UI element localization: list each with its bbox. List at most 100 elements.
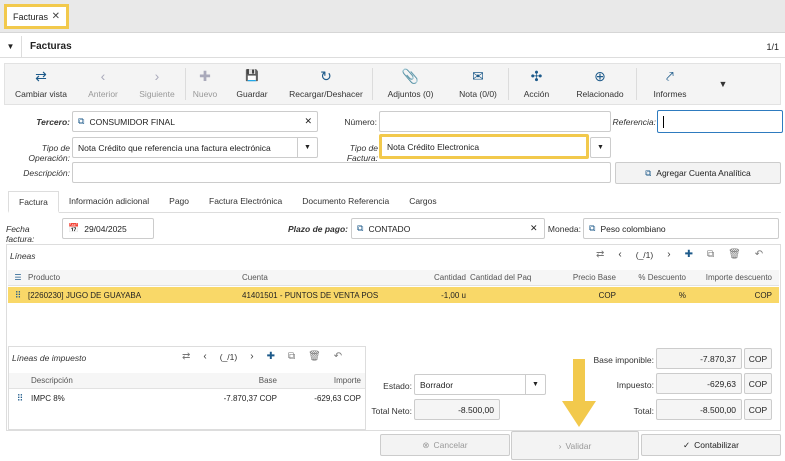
tipo-factura-dropdown[interactable]: ▼ bbox=[590, 137, 611, 158]
descripcion-label: Descripción: bbox=[23, 168, 70, 178]
plazo-field[interactable]: ⧉ CONTADO ✕ bbox=[351, 218, 545, 239]
clear-icon[interactable]: ✕ bbox=[304, 116, 312, 127]
collapse-icon[interactable]: ▼ bbox=[0, 36, 22, 57]
siguiente-label: Siguiente bbox=[139, 89, 175, 99]
edit-icon[interactable]: ⧉ bbox=[288, 351, 295, 362]
columns-menu-icon[interactable]: ☰ bbox=[8, 273, 28, 282]
adjuntos-label: Adjuntos (0) bbox=[387, 89, 434, 99]
col-precio-base[interactable]: Precio Base bbox=[544, 273, 620, 282]
col-cuenta[interactable]: Cuenta bbox=[242, 273, 414, 282]
tercero-label: Tercero: bbox=[36, 117, 70, 127]
tab-factura-electronica[interactable]: Factura Electrónica bbox=[199, 190, 292, 212]
table-row[interactable]: ⠿ IMPC 8% -7.870,37 COP -629,63 COP bbox=[9, 390, 365, 406]
tab-documento-referencia[interactable]: Documento Referencia bbox=[292, 190, 399, 212]
fecha-field[interactable]: 📅 29/04/2025 bbox=[62, 218, 154, 239]
anterior-button[interactable]: ‹ Anterior bbox=[77, 64, 129, 104]
col-cantidad-paq[interactable]: Cantidad del Paq bbox=[470, 273, 544, 282]
guardar-button[interactable]: 💾 Guardar bbox=[224, 64, 280, 104]
trash-icon[interactable]: 🗑 bbox=[308, 351, 321, 362]
nuevo-button[interactable]: ✚ Nuevo bbox=[186, 64, 224, 104]
chevron-down-icon[interactable]: ▼ bbox=[297, 138, 317, 157]
chevron-down-icon[interactable]: ▼ bbox=[525, 375, 545, 394]
edit-icon[interactable]: ⧉ bbox=[78, 116, 84, 127]
edit-icon[interactable]: ⧉ bbox=[357, 223, 363, 234]
chevron-left-icon[interactable]: ‹ bbox=[203, 351, 206, 362]
accion-button[interactable]: ✣ Acción bbox=[509, 64, 564, 104]
impuestos-title: Líneas de impuesto bbox=[12, 353, 87, 363]
chevron-left-icon[interactable]: ‹ bbox=[618, 249, 621, 260]
siguiente-button[interactable]: › Siguiente bbox=[129, 64, 185, 104]
switch-view-icon: ⇄ bbox=[35, 68, 47, 84]
validar-button[interactable]: › Validar bbox=[511, 431, 639, 460]
cancelar-label: Cancelar bbox=[433, 440, 468, 450]
drag-handle-icon[interactable]: ⠿ bbox=[9, 393, 31, 404]
recargar-button[interactable]: ↻ Recargar/Deshacer bbox=[280, 64, 372, 104]
nuevo-label: Nuevo bbox=[192, 89, 218, 99]
relacionado-button[interactable]: ⊕ Relacionado bbox=[564, 64, 636, 104]
tab-informacion-adicional[interactable]: Información adicional bbox=[59, 190, 159, 212]
tipo-operacion-label: Tipo de Operación: bbox=[28, 143, 70, 163]
tab-pago[interactable]: Pago bbox=[159, 190, 199, 212]
tercero-value: CONSUMIDOR FINAL bbox=[89, 116, 175, 127]
estado-select[interactable]: Borrador ▼ bbox=[414, 374, 546, 395]
tab-facturas[interactable]: Facturas ✕ bbox=[4, 4, 69, 29]
tercero-field[interactable]: ⧉ CONSUMIDOR FINAL ✕ bbox=[72, 111, 318, 132]
drag-handle-icon[interactable]: ⠿ bbox=[8, 290, 28, 301]
moneda-field[interactable]: ⧉ Peso colombiano bbox=[583, 218, 779, 239]
informes-button[interactable]: ⤤ Informes bbox=[637, 64, 703, 104]
switch-view-icon[interactable]: ⇄ bbox=[182, 351, 190, 362]
chevron-left-icon: ‹ bbox=[100, 68, 106, 84]
edit-icon[interactable]: ⧉ bbox=[589, 223, 595, 234]
tipo-factura-select[interactable]: Nota Crédito Electronica bbox=[379, 134, 589, 159]
form-header: ▼ Facturas 1/1 bbox=[0, 36, 785, 58]
undo-icon[interactable]: ↶ bbox=[755, 249, 763, 260]
cancelar-button[interactable]: ⊗ Cancelar bbox=[380, 434, 510, 456]
subtabs: Factura Información adicional Pago Factu… bbox=[8, 191, 781, 213]
trash-icon[interactable]: 🗑 bbox=[728, 249, 741, 260]
clear-icon[interactable]: ✕ bbox=[530, 223, 544, 234]
tab-cargos[interactable]: Cargos bbox=[399, 190, 446, 212]
numero-field[interactable] bbox=[379, 111, 611, 132]
cambiar-vista-button[interactable]: ⇄ Cambiar vista bbox=[5, 64, 77, 104]
tab-factura[interactable]: Factura bbox=[8, 191, 59, 213]
edit-icon[interactable]: ⧉ bbox=[707, 249, 714, 260]
toolbar-more-button[interactable]: ▼ bbox=[703, 64, 743, 104]
chevron-right-icon[interactable]: › bbox=[250, 351, 253, 362]
switch-view-icon[interactable]: ⇄ bbox=[596, 249, 604, 260]
nota-button[interactable]: ✉ Nota (0/0) bbox=[448, 64, 508, 104]
total-neto-value: -8.500,00 bbox=[414, 399, 500, 420]
cell-cuenta: 41401501 - PUNTOS DE VENTA POS bbox=[242, 290, 379, 300]
impuestos-header: Descripción Base Importe bbox=[9, 373, 365, 389]
table-row[interactable]: ⠿ [2260230] JUGO DE GUAYABA 41401501 - P… bbox=[8, 287, 779, 303]
validar-label: Validar bbox=[565, 440, 592, 451]
estado-value: Borrador bbox=[420, 379, 454, 390]
tipo-operacion-value: Nota Crédito que referencia una factura … bbox=[78, 142, 271, 153]
calendar-icon[interactable]: 📅 bbox=[68, 223, 79, 234]
fecha-value: 29/04/2025 bbox=[84, 223, 127, 234]
col-base[interactable]: Base bbox=[201, 376, 281, 385]
paperclip-icon: 📎 bbox=[401, 68, 420, 84]
add-icon[interactable]: ✚ bbox=[685, 249, 693, 260]
impuesto-value: -629,63 bbox=[656, 373, 742, 394]
recargar-label: Recargar/Deshacer bbox=[289, 89, 363, 99]
adjuntos-button[interactable]: 📎 Adjuntos (0) bbox=[373, 64, 448, 104]
referencia-field[interactable] bbox=[657, 110, 783, 133]
col-cantidad[interactable]: Cantidad bbox=[414, 273, 470, 282]
tipo-operacion-select[interactable]: Nota Crédito que referencia una factura … bbox=[72, 137, 318, 158]
agregar-cuenta-button[interactable]: ⧉ Agregar Cuenta Analítica bbox=[615, 162, 781, 184]
contabilizar-label: Contabilizar bbox=[694, 440, 739, 450]
col-producto[interactable]: Producto bbox=[28, 273, 242, 282]
descripcion-field[interactable] bbox=[72, 162, 611, 183]
col-descuento[interactable]: % Descuento bbox=[620, 273, 690, 282]
undo-icon[interactable]: ↶ bbox=[334, 351, 342, 362]
col-descripcion[interactable]: Descripción bbox=[31, 376, 201, 385]
close-icon[interactable]: ✕ bbox=[52, 11, 60, 22]
currency-badge: COP bbox=[744, 399, 772, 420]
contabilizar-button[interactable]: ✓ Contabilizar bbox=[641, 434, 781, 456]
col-importe[interactable]: Importe bbox=[281, 376, 365, 385]
add-icon[interactable]: ✚ bbox=[267, 351, 275, 362]
lineas-header: ☰ Producto Cuenta Cantidad Cantidad del … bbox=[8, 270, 779, 286]
annotation-arrow-icon bbox=[562, 359, 596, 427]
col-importe-descuento[interactable]: Importe descuento bbox=[690, 273, 776, 282]
chevron-right-icon[interactable]: › bbox=[667, 249, 670, 260]
